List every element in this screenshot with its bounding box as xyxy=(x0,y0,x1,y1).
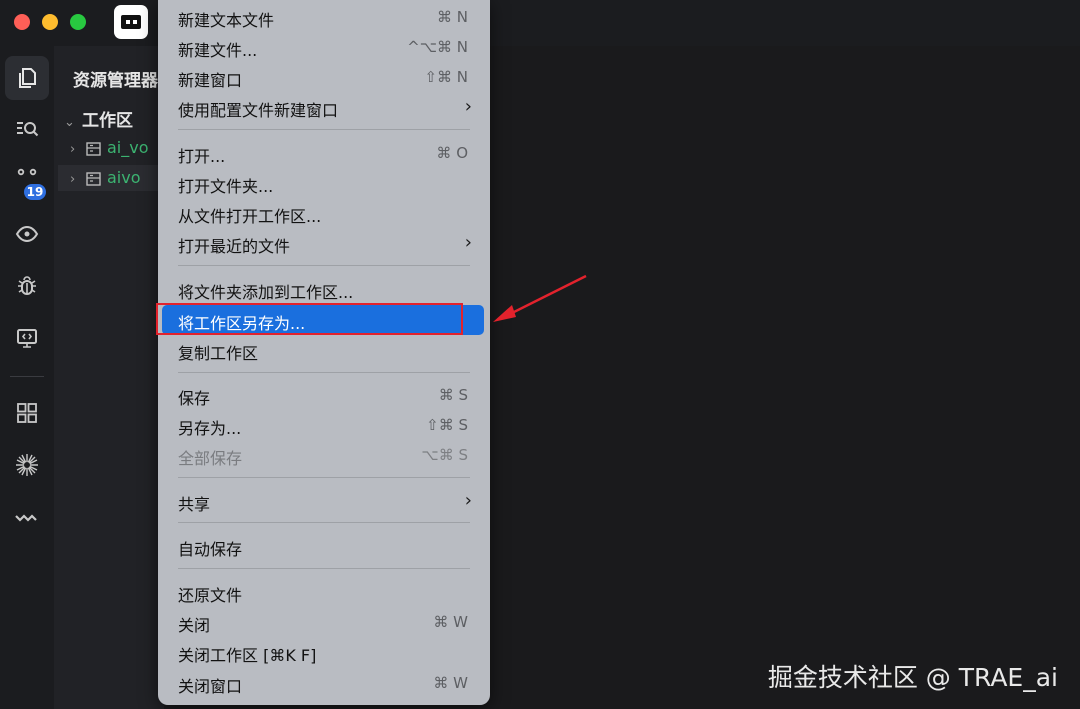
activity-bar: 19 xyxy=(0,46,54,709)
minimize-window-button[interactable] xyxy=(42,14,58,30)
menu-item-add-folder-to-workspace[interactable]: 将文件夹添加到工作区... xyxy=(158,274,490,304)
explorer-sidebar: 资源管理器 ⌄ 工作区 › ai_vo › aivo xyxy=(54,46,164,709)
explorer-title: 资源管理器 xyxy=(73,71,158,91)
menu-item-new-text-file[interactable]: 新建文本文件 ⌘ N xyxy=(158,2,490,32)
annotation-highlight-box xyxy=(156,303,463,335)
folder-item[interactable]: › ai_vo xyxy=(70,135,164,161)
menu-item-duplicate-workspace[interactable]: 复制工作区 xyxy=(158,335,490,365)
watermark: 掘金技术社区 @ TRAE_ai xyxy=(767,663,1058,692)
annotation-arrow-icon xyxy=(493,274,587,322)
eye-icon[interactable] xyxy=(5,212,49,256)
menu-item-open[interactable]: 打开... ⌘ O xyxy=(158,138,490,168)
close-window-button[interactable] xyxy=(14,14,30,30)
sparkle-icon[interactable] xyxy=(5,443,49,487)
menu-item-close[interactable]: 关闭 ⌘ W xyxy=(158,607,490,637)
zoom-window-button[interactable] xyxy=(70,14,86,30)
menu-separator xyxy=(178,372,470,373)
wave-icon[interactable] xyxy=(5,496,49,540)
chevron-right-icon: › xyxy=(70,142,76,157)
folder-root-icon xyxy=(86,142,101,156)
folder-name: ai_vo xyxy=(107,138,149,157)
activity-separator xyxy=(10,376,44,377)
app-logo-icon xyxy=(114,5,148,39)
workspace-label: 工作区 xyxy=(82,111,133,131)
menu-separator xyxy=(178,522,470,523)
file-menu: 新建文本文件 ⌘ N 新建文件... ^⌥⌘ N 新建窗口 ⇧⌘ N 使用配置文件新建… xyxy=(158,0,490,705)
workspace-header[interactable]: ⌄ 工作区 xyxy=(64,106,133,131)
menu-item-revert-file[interactable]: 还原文件 xyxy=(158,577,490,607)
menu-item-open-recent[interactable]: 打开最近的文件 › xyxy=(158,228,490,258)
extensions-icon[interactable] xyxy=(5,391,49,435)
chevron-right-icon: › xyxy=(464,96,472,117)
chevron-right-icon: › xyxy=(464,490,472,511)
menu-item-save-as[interactable]: 另存为... ⇧⌘ S xyxy=(158,410,490,440)
menu-item-open-folder[interactable]: 打开文件夹... xyxy=(158,168,490,198)
menu-separator xyxy=(178,265,470,266)
menu-item-new-window[interactable]: 新建窗口 ⇧⌘ N xyxy=(158,62,490,92)
remote-display-icon[interactable] xyxy=(5,316,49,360)
menu-separator xyxy=(178,477,470,478)
menu-item-share[interactable]: 共享 › xyxy=(158,486,490,516)
menu-item-close-workspace[interactable]: 关闭工作区 [⌘K F] xyxy=(158,637,490,667)
menu-item-close-window[interactable]: 关闭窗口 ⌘ W xyxy=(158,668,490,698)
menu-item-new-window-with-profile[interactable]: 使用配置文件新建窗口 › xyxy=(158,92,490,122)
menu-item-new-file[interactable]: 新建文件... ^⌥⌘ N xyxy=(158,32,490,62)
folder-item[interactable]: › aivo xyxy=(58,165,164,191)
menu-item-save-all: 全部保存 ⌥⌘ S xyxy=(178,446,468,468)
folder-root-icon xyxy=(86,172,101,186)
search-icon[interactable] xyxy=(5,107,49,151)
files-icon[interactable] xyxy=(5,56,49,100)
source-control-badge: 19 xyxy=(24,184,46,200)
menu-separator xyxy=(178,129,470,130)
chevron-down-icon: ⌄ xyxy=(64,115,75,130)
source-control-icon[interactable]: 19 xyxy=(5,158,49,202)
menu-item-save[interactable]: 保存 ⌘ S xyxy=(158,380,490,410)
folder-name: aivo xyxy=(107,168,141,187)
chevron-right-icon: › xyxy=(464,232,472,253)
bug-icon[interactable] xyxy=(5,264,49,308)
menu-separator xyxy=(178,568,470,569)
chevron-right-icon: › xyxy=(70,172,76,187)
menu-item-auto-save[interactable]: 自动保存 xyxy=(158,531,490,561)
menu-item-open-workspace-from-file[interactable]: 从文件打开工作区... xyxy=(158,198,490,228)
